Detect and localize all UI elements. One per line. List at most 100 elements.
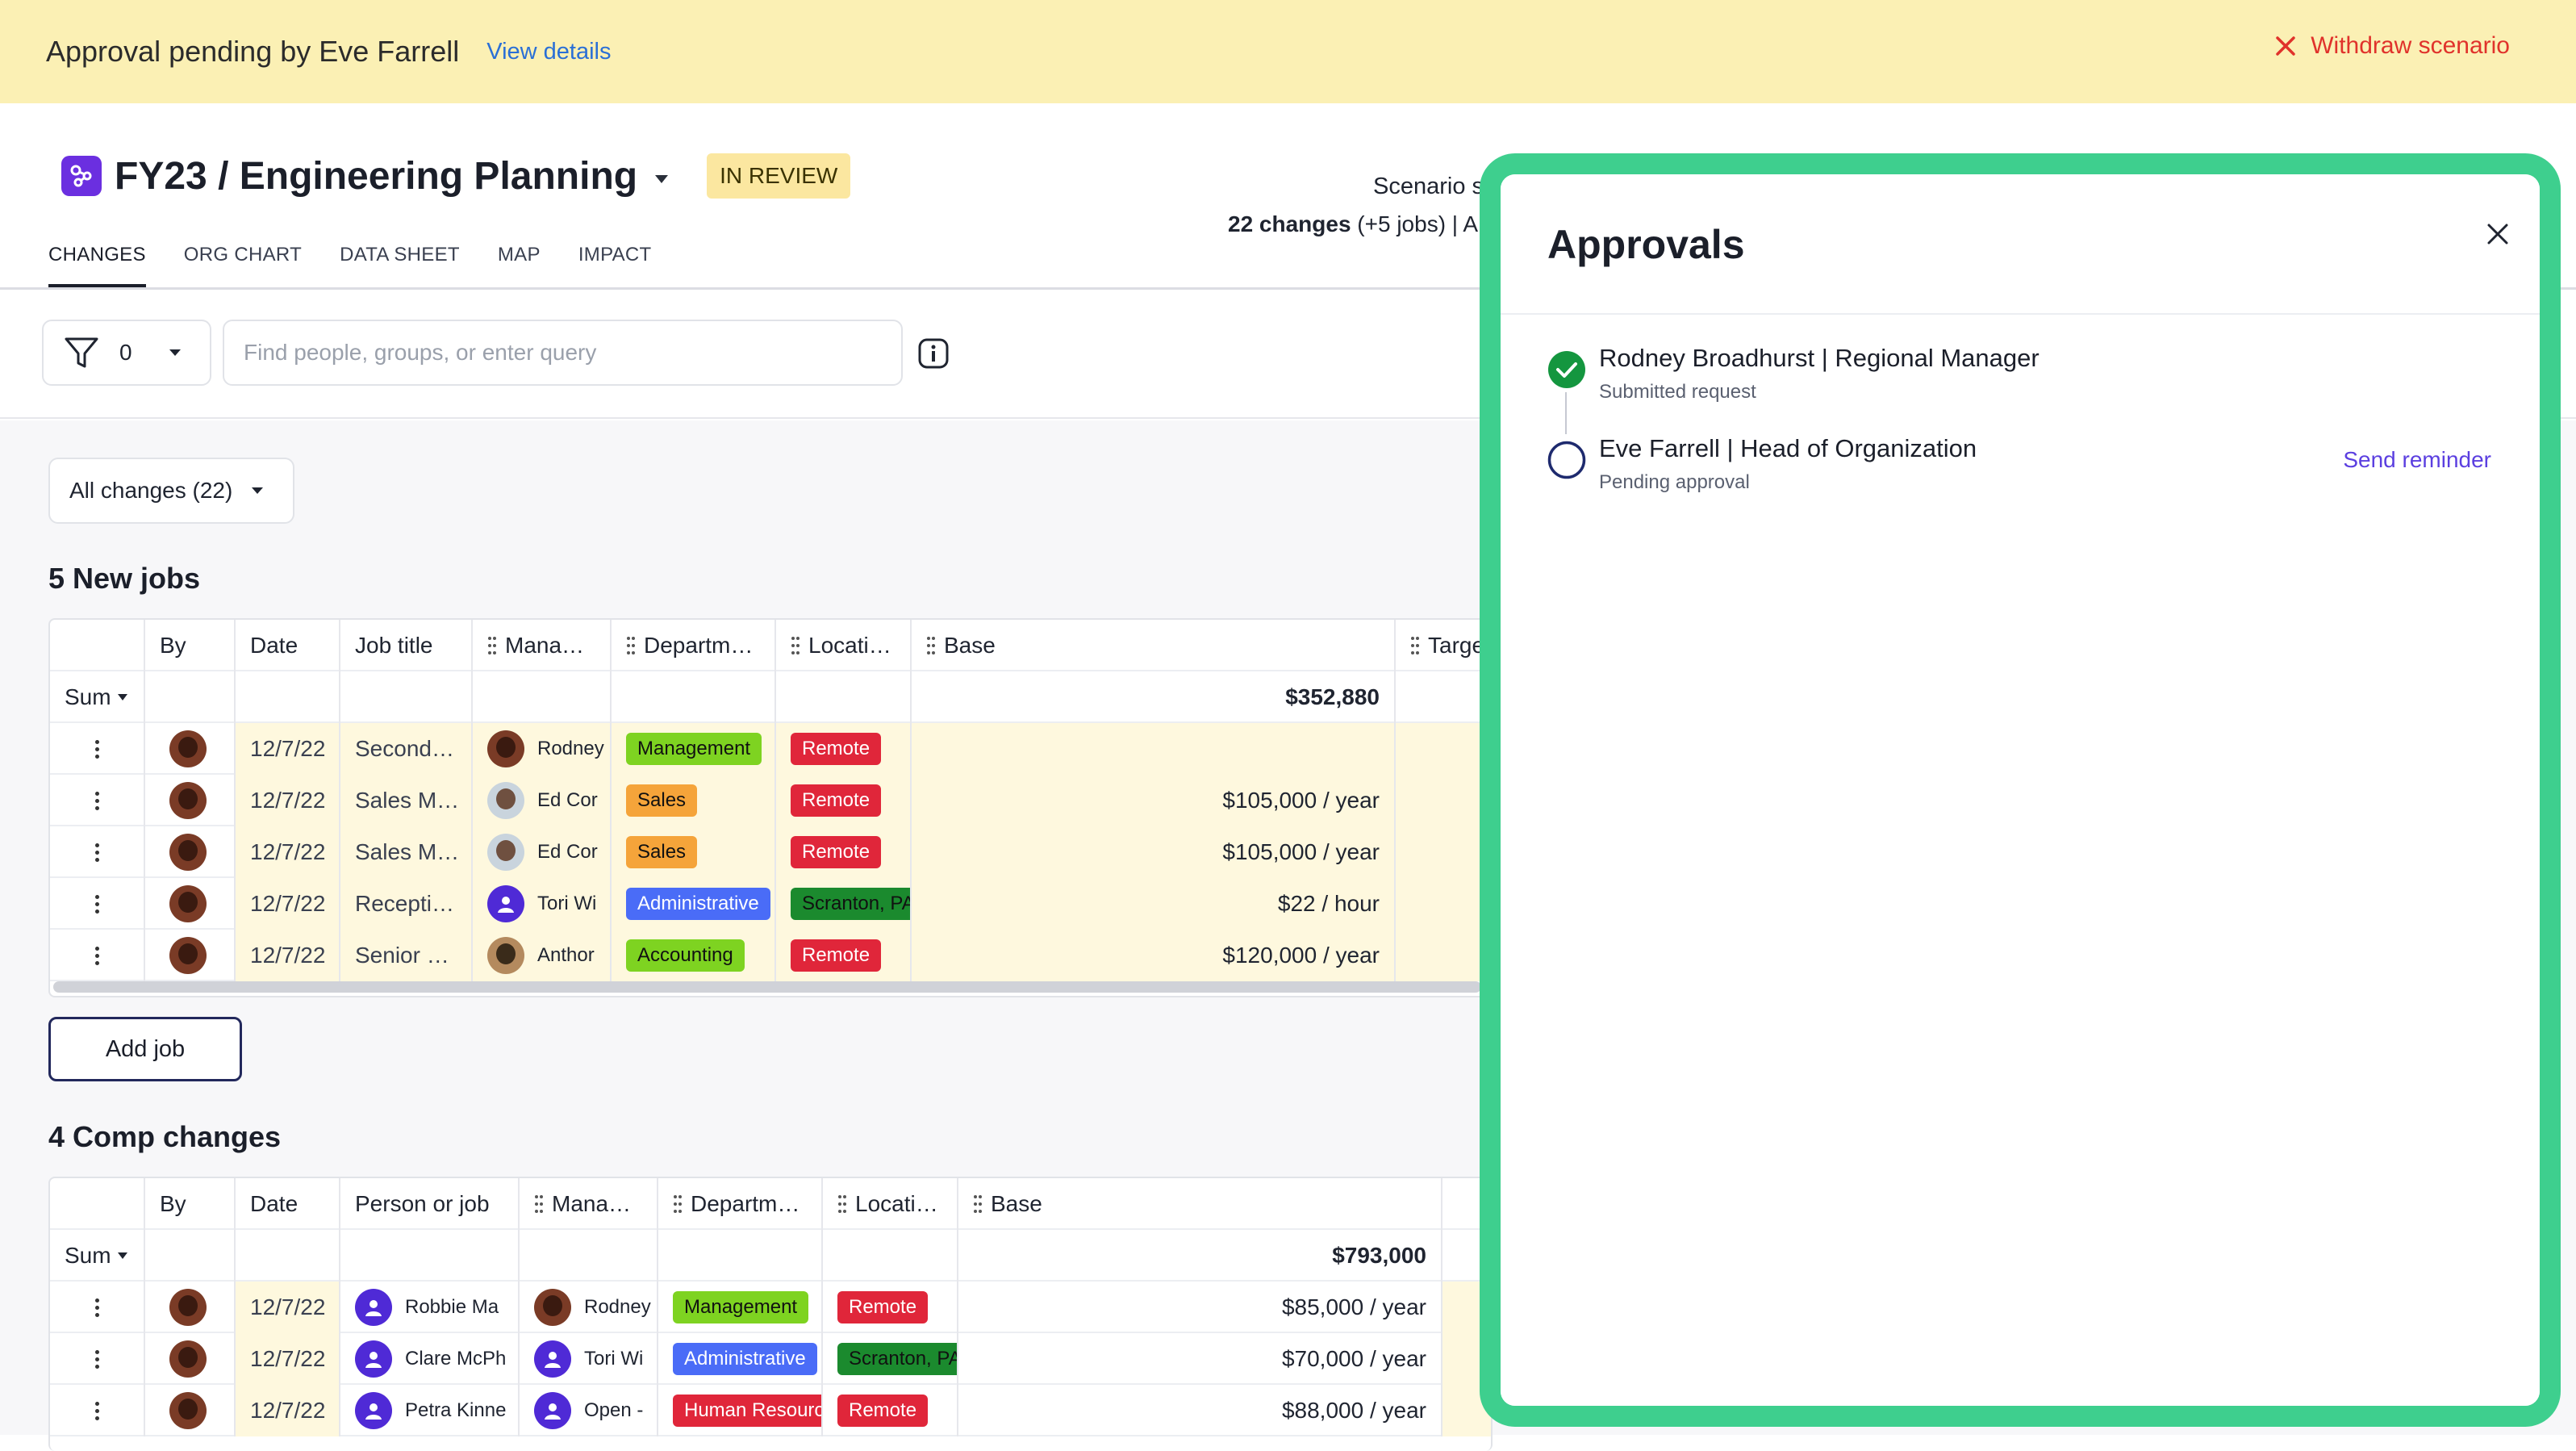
add-job-button[interactable]: Add job bbox=[48, 1017, 242, 1081]
tab-map[interactable]: MAP bbox=[498, 244, 541, 287]
table-row[interactable]: 12/7/22 Petra Kinne Open - Human Resources R… bbox=[50, 1385, 1491, 1436]
row-menu-icon[interactable] bbox=[94, 739, 99, 759]
page-header: FY23 / Engineering Planning IN REVIEW bbox=[61, 153, 851, 199]
table-cell bbox=[145, 1282, 236, 1333]
drag-handle-icon[interactable] bbox=[791, 635, 800, 656]
tab-org-chart[interactable]: ORG CHART bbox=[184, 244, 302, 287]
drag-handle-icon[interactable] bbox=[626, 635, 636, 656]
drag-handle-icon[interactable] bbox=[534, 1194, 544, 1215]
table-cell[interactable] bbox=[50, 723, 145, 775]
column-header-cell[interactable]: Base bbox=[958, 1178, 1442, 1230]
close-icon[interactable] bbox=[2486, 223, 2509, 245]
horizontal-scrollbar[interactable] bbox=[53, 981, 1481, 993]
tab-impact[interactable]: IMPACT bbox=[578, 244, 652, 287]
column-header-cell[interactable]: Date bbox=[236, 1178, 340, 1230]
column-header-cell[interactable]: Locati… bbox=[776, 620, 912, 671]
row-menu-icon[interactable] bbox=[94, 894, 99, 914]
table-row[interactable]: 12/7/22 Robbie Ma Rodney Management Remote $8… bbox=[50, 1282, 1491, 1333]
person-name: Petra Kinne bbox=[405, 1399, 507, 1421]
column-header: Person or job bbox=[355, 1191, 490, 1216]
table-cell: Scranton, PA bbox=[776, 878, 912, 930]
column-header-cell[interactable]: Departm… bbox=[658, 1178, 823, 1230]
table-cell: $120,000 / year bbox=[912, 930, 1396, 981]
tab-changes[interactable]: CHANGES bbox=[48, 244, 146, 287]
column-header-cell[interactable]: Mana… bbox=[473, 620, 612, 671]
table-cell bbox=[912, 723, 1396, 775]
date-cell-text: 12/7/22 bbox=[250, 1398, 326, 1423]
drag-handle-icon[interactable] bbox=[926, 635, 936, 656]
chevron-down-icon[interactable] bbox=[116, 1251, 129, 1261]
sum-cell bbox=[1396, 671, 1491, 723]
table-cell[interactable] bbox=[50, 930, 145, 981]
table-cell: Second… bbox=[340, 723, 473, 775]
row-menu-icon[interactable] bbox=[94, 1349, 99, 1369]
table-cell: Senior … bbox=[340, 930, 473, 981]
sum-cell bbox=[612, 671, 776, 723]
column-header-cell[interactable]: Job title bbox=[340, 620, 473, 671]
row-menu-icon[interactable] bbox=[94, 1401, 99, 1420]
base-value: $120,000 / year bbox=[1222, 943, 1380, 968]
approval-step-submitted: Rodney Broadhurst | Regional Manager Sub… bbox=[1547, 344, 2040, 404]
filter-button[interactable]: 0 bbox=[42, 320, 211, 386]
avatar bbox=[169, 885, 207, 922]
avatar bbox=[169, 782, 207, 819]
column-header-cell[interactable]: By bbox=[145, 1178, 236, 1230]
table-cell: Clare McPh bbox=[340, 1333, 520, 1385]
table-row[interactable]: 12/7/22 Clare McPh Tori Wi Administrative Sc… bbox=[50, 1333, 1491, 1385]
table-cell[interactable] bbox=[50, 1333, 145, 1385]
drag-handle-icon[interactable] bbox=[973, 1194, 983, 1215]
table-cell[interactable] bbox=[50, 826, 145, 878]
column-header-cell[interactable]: Departm… bbox=[612, 620, 776, 671]
row-menu-icon[interactable] bbox=[94, 1298, 99, 1317]
column-header-cell[interactable]: Mana… bbox=[520, 1178, 658, 1230]
location-tag: Remote bbox=[837, 1395, 929, 1427]
chevron-down-icon[interactable] bbox=[653, 174, 670, 185]
table-cell[interactable] bbox=[50, 878, 145, 930]
table-cell[interactable] bbox=[50, 775, 145, 826]
sum-cell: $793,000 bbox=[958, 1230, 1442, 1282]
tab-data-sheet[interactable]: DATA SHEET bbox=[340, 244, 460, 287]
chevron-down-icon[interactable] bbox=[116, 692, 129, 702]
changes-summary: 22 changes (+5 jobs) | A bbox=[1228, 211, 1478, 237]
column-header-cell[interactable]: Date bbox=[236, 620, 340, 671]
table-cell: 12/7/22 bbox=[236, 1385, 340, 1436]
table-cell[interactable] bbox=[50, 1282, 145, 1333]
row-menu-icon[interactable] bbox=[94, 946, 99, 965]
sum-value: $352,880 bbox=[1285, 684, 1380, 709]
user-icon bbox=[487, 885, 524, 922]
table-row[interactable]: 12/7/22 Senior … Anthor Accounting Remote $12… bbox=[50, 930, 1491, 981]
table-row[interactable]: 12/7/22 Second… Rodney Management Remote bbox=[50, 723, 1491, 775]
row-menu-icon[interactable] bbox=[94, 843, 99, 862]
table-cell: Rodney bbox=[473, 723, 612, 775]
drag-handle-icon[interactable] bbox=[673, 1194, 683, 1215]
manager-name: Rodney bbox=[537, 738, 604, 759]
scenario-status-label: Scenario st bbox=[1373, 174, 1491, 199]
banner-title: Approval pending by Eve Farrell bbox=[46, 35, 460, 68]
table-header-row: By Date Job title Mana… Departm… Locati… Base T… bbox=[50, 620, 1491, 671]
search-input[interactable] bbox=[223, 320, 903, 386]
all-changes-dropdown[interactable]: All changes (22) bbox=[48, 458, 294, 524]
column-header-cell[interactable]: By bbox=[145, 620, 236, 671]
drag-handle-icon[interactable] bbox=[1410, 635, 1420, 656]
info-icon[interactable] bbox=[917, 337, 950, 370]
column-header-cell[interactable]: Targe bbox=[1396, 620, 1491, 671]
row-menu-icon[interactable] bbox=[94, 791, 99, 810]
table-row[interactable]: 12/7/22 Sales M… Ed Cor Sales Remote $105,000… bbox=[50, 826, 1491, 878]
table-cell[interactable] bbox=[50, 1385, 145, 1436]
drag-handle-icon[interactable] bbox=[487, 635, 497, 656]
send-reminder-link[interactable]: Send reminder bbox=[2343, 447, 2491, 473]
table-row[interactable]: 12/7/22 Recepti… Tori Wi Administrative Scra… bbox=[50, 878, 1491, 930]
close-icon bbox=[2276, 36, 2295, 56]
table-row[interactable]: 12/7/22 Sales M… Ed Cor Sales Remote $105,000… bbox=[50, 775, 1491, 826]
user-icon bbox=[355, 1289, 392, 1326]
view-details-link[interactable]: View details bbox=[486, 39, 611, 65]
column-header-cell[interactable]: Base bbox=[912, 620, 1396, 671]
withdraw-scenario-button[interactable]: Withdraw scenario bbox=[2275, 32, 2510, 60]
sum-cell bbox=[340, 1230, 520, 1282]
date-cell-text: 12/7/22 bbox=[250, 1346, 326, 1371]
column-header-cell[interactable]: Locati… bbox=[823, 1178, 958, 1230]
drag-handle-icon[interactable] bbox=[837, 1194, 847, 1215]
table-cell: Remote bbox=[823, 1385, 958, 1436]
manager-name: Anthor bbox=[537, 944, 595, 966]
column-header-cell[interactable]: Person or job bbox=[340, 1178, 520, 1230]
